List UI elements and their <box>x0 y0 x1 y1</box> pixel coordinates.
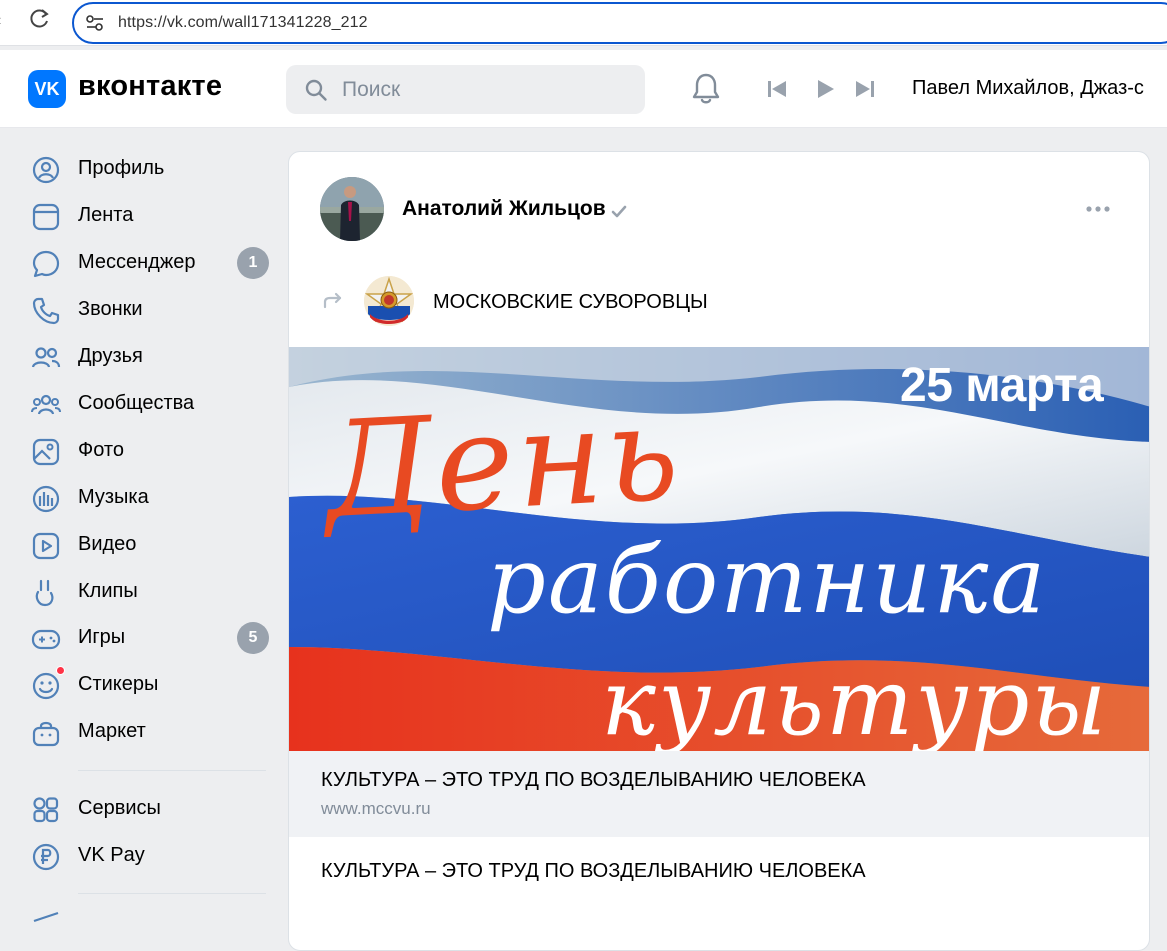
sidebar-item-label: Игры <box>78 626 126 648</box>
post-author-name[interactable]: Анатолий Жильцов <box>402 197 606 221</box>
left-sidebar: Профиль Лента Мессенджер 1 Звонки Друзья… <box>0 128 280 923</box>
link-title[interactable]: КУЛЬТУРА – ЭТО ТРУД ПО ВОЗДЕЛЫВАНИЮ ЧЕЛО… <box>321 769 866 792</box>
post-image[interactable]: 25 марта День работника культуры <box>289 347 1149 751</box>
games-count-badge: 5 <box>237 622 269 654</box>
sidebar-item-feed[interactable]: Лента <box>30 195 270 235</box>
sidebar-item-profile[interactable]: Профиль <box>30 148 270 188</box>
sidebar-item-label: Сообщества <box>78 392 195 414</box>
next-track-icon[interactable] <box>854 78 876 100</box>
sidebar-item-label: Профиль <box>78 157 165 179</box>
sidebar-item-label: Видео <box>78 533 137 555</box>
sidebar-divider <box>78 770 266 771</box>
phone-icon <box>32 297 60 325</box>
profile-icon <box>32 156 60 184</box>
post-text: КУЛЬТУРА – ЭТО ТРУД ПО ВОЗДЕЛЫВАНИЮ ЧЕЛО… <box>321 860 866 882</box>
new-stickers-indicator <box>56 666 65 675</box>
video-icon <box>32 532 60 560</box>
feed-icon <box>32 203 60 231</box>
sidebar-item-music[interactable]: Музыка <box>30 477 270 517</box>
services-icon <box>33 797 59 823</box>
sidebar-item-label: Лента <box>78 204 134 226</box>
previous-track-icon[interactable] <box>766 78 788 100</box>
sidebar-item-market[interactable]: Маркет <box>30 711 270 751</box>
player-track-title[interactable]: Павел Михайлов, Джаз-с <box>912 77 1144 100</box>
vk-logo[interactable]: VK <box>28 70 66 108</box>
verified-check-icon <box>611 205 627 218</box>
sidebar-item-label: Звонки <box>78 298 143 320</box>
reload-icon[interactable] <box>28 7 52 31</box>
url-text[interactable]: https://vk.com/wall171341228_212 <box>118 14 368 32</box>
wall-post: Анатолий Жильцов МОСКОВСКИЕ СУВОРОВЦЫ 25… <box>288 151 1150 951</box>
sidebar-item-communities[interactable]: Сообщества <box>30 383 270 423</box>
sidebar-divider <box>78 893 266 894</box>
repost-icon <box>323 292 342 309</box>
search-placeholder: Поиск <box>342 78 401 101</box>
messenger-icon <box>32 250 60 278</box>
group-avatar[interactable] <box>364 276 414 326</box>
sidebar-item-label: Клипы <box>78 580 138 602</box>
sidebar-item-vkpay[interactable]: VK Pay <box>30 835 270 875</box>
sidebar-item-label: Маркет <box>78 720 146 742</box>
sidebar-item-label: Сервисы <box>78 797 161 819</box>
site-header: VK вконтакте Поиск Павел Михайлов, Джаз-… <box>0 50 1167 128</box>
attached-link[interactable]: КУЛЬТУРА – ЭТО ТРУД ПО ВОЗДЕЛЫВАНИЮ ЧЕЛО… <box>289 751 1149 837</box>
poster-title-line-2: работника <box>487 527 1048 634</box>
play-icon[interactable] <box>814 78 836 100</box>
sidebar-item-label: Мессенджер <box>78 251 196 273</box>
megaphone-icon[interactable] <box>32 911 62 923</box>
sidebar-item-label: Стикеры <box>78 673 159 695</box>
market-icon <box>32 721 60 747</box>
search-icon <box>305 79 327 101</box>
back-arrow-icon[interactable]: ‹ <box>0 12 1 30</box>
sidebar-item-label: Фото <box>78 439 124 461</box>
music-icon <box>32 485 60 513</box>
author-avatar[interactable] <box>320 177 384 241</box>
photo-icon <box>32 438 60 466</box>
link-domain[interactable]: www.mccvu.ru <box>321 799 431 819</box>
poster-title-line-3: культуры <box>601 649 1109 751</box>
stickers-icon <box>32 672 60 700</box>
communities-icon <box>31 394 61 415</box>
browser-toolbar: ‹ https://vk.com/wall171341228_212 <box>0 0 1167 46</box>
repost-source-group-name[interactable]: МОСКОВСКИЕ СУВОРОВЦЫ <box>433 291 708 314</box>
sidebar-item-label: VK Pay <box>78 844 145 866</box>
site-settings-icon[interactable] <box>86 15 104 31</box>
vk-wordmark[interactable]: вконтакте <box>78 70 222 103</box>
more-options-icon[interactable] <box>1085 204 1111 214</box>
poster-date-text: 25 марта <box>900 359 1104 412</box>
sidebar-item-games[interactable]: Игры 5 <box>30 617 270 657</box>
sidebar-item-video[interactable]: Видео <box>30 524 270 564</box>
clips-icon <box>35 579 54 607</box>
sidebar-item-stickers[interactable]: Стикеры <box>30 664 270 704</box>
unread-count-badge: 1 <box>237 247 269 279</box>
sidebar-item-label: Друзья <box>78 345 143 367</box>
address-bar[interactable]: https://vk.com/wall171341228_212 <box>72 2 1167 44</box>
games-icon <box>31 629 61 650</box>
friends-icon <box>31 347 61 368</box>
vkpay-icon <box>32 843 60 871</box>
sidebar-item-services[interactable]: Сервисы <box>30 788 270 828</box>
sidebar-item-clips[interactable]: Клипы <box>30 571 270 611</box>
sidebar-item-messenger[interactable]: Мессенджер 1 <box>30 242 270 282</box>
sidebar-item-photos[interactable]: Фото <box>30 430 270 470</box>
poster-title-line-1: День <box>321 375 686 549</box>
notifications-bell-icon[interactable] <box>690 72 722 106</box>
sidebar-item-calls[interactable]: Звонки <box>30 289 270 329</box>
sidebar-item-label: Музыка <box>78 486 149 508</box>
search-input[interactable]: Поиск <box>286 65 645 114</box>
sidebar-item-friends[interactable]: Друзья <box>30 336 270 376</box>
